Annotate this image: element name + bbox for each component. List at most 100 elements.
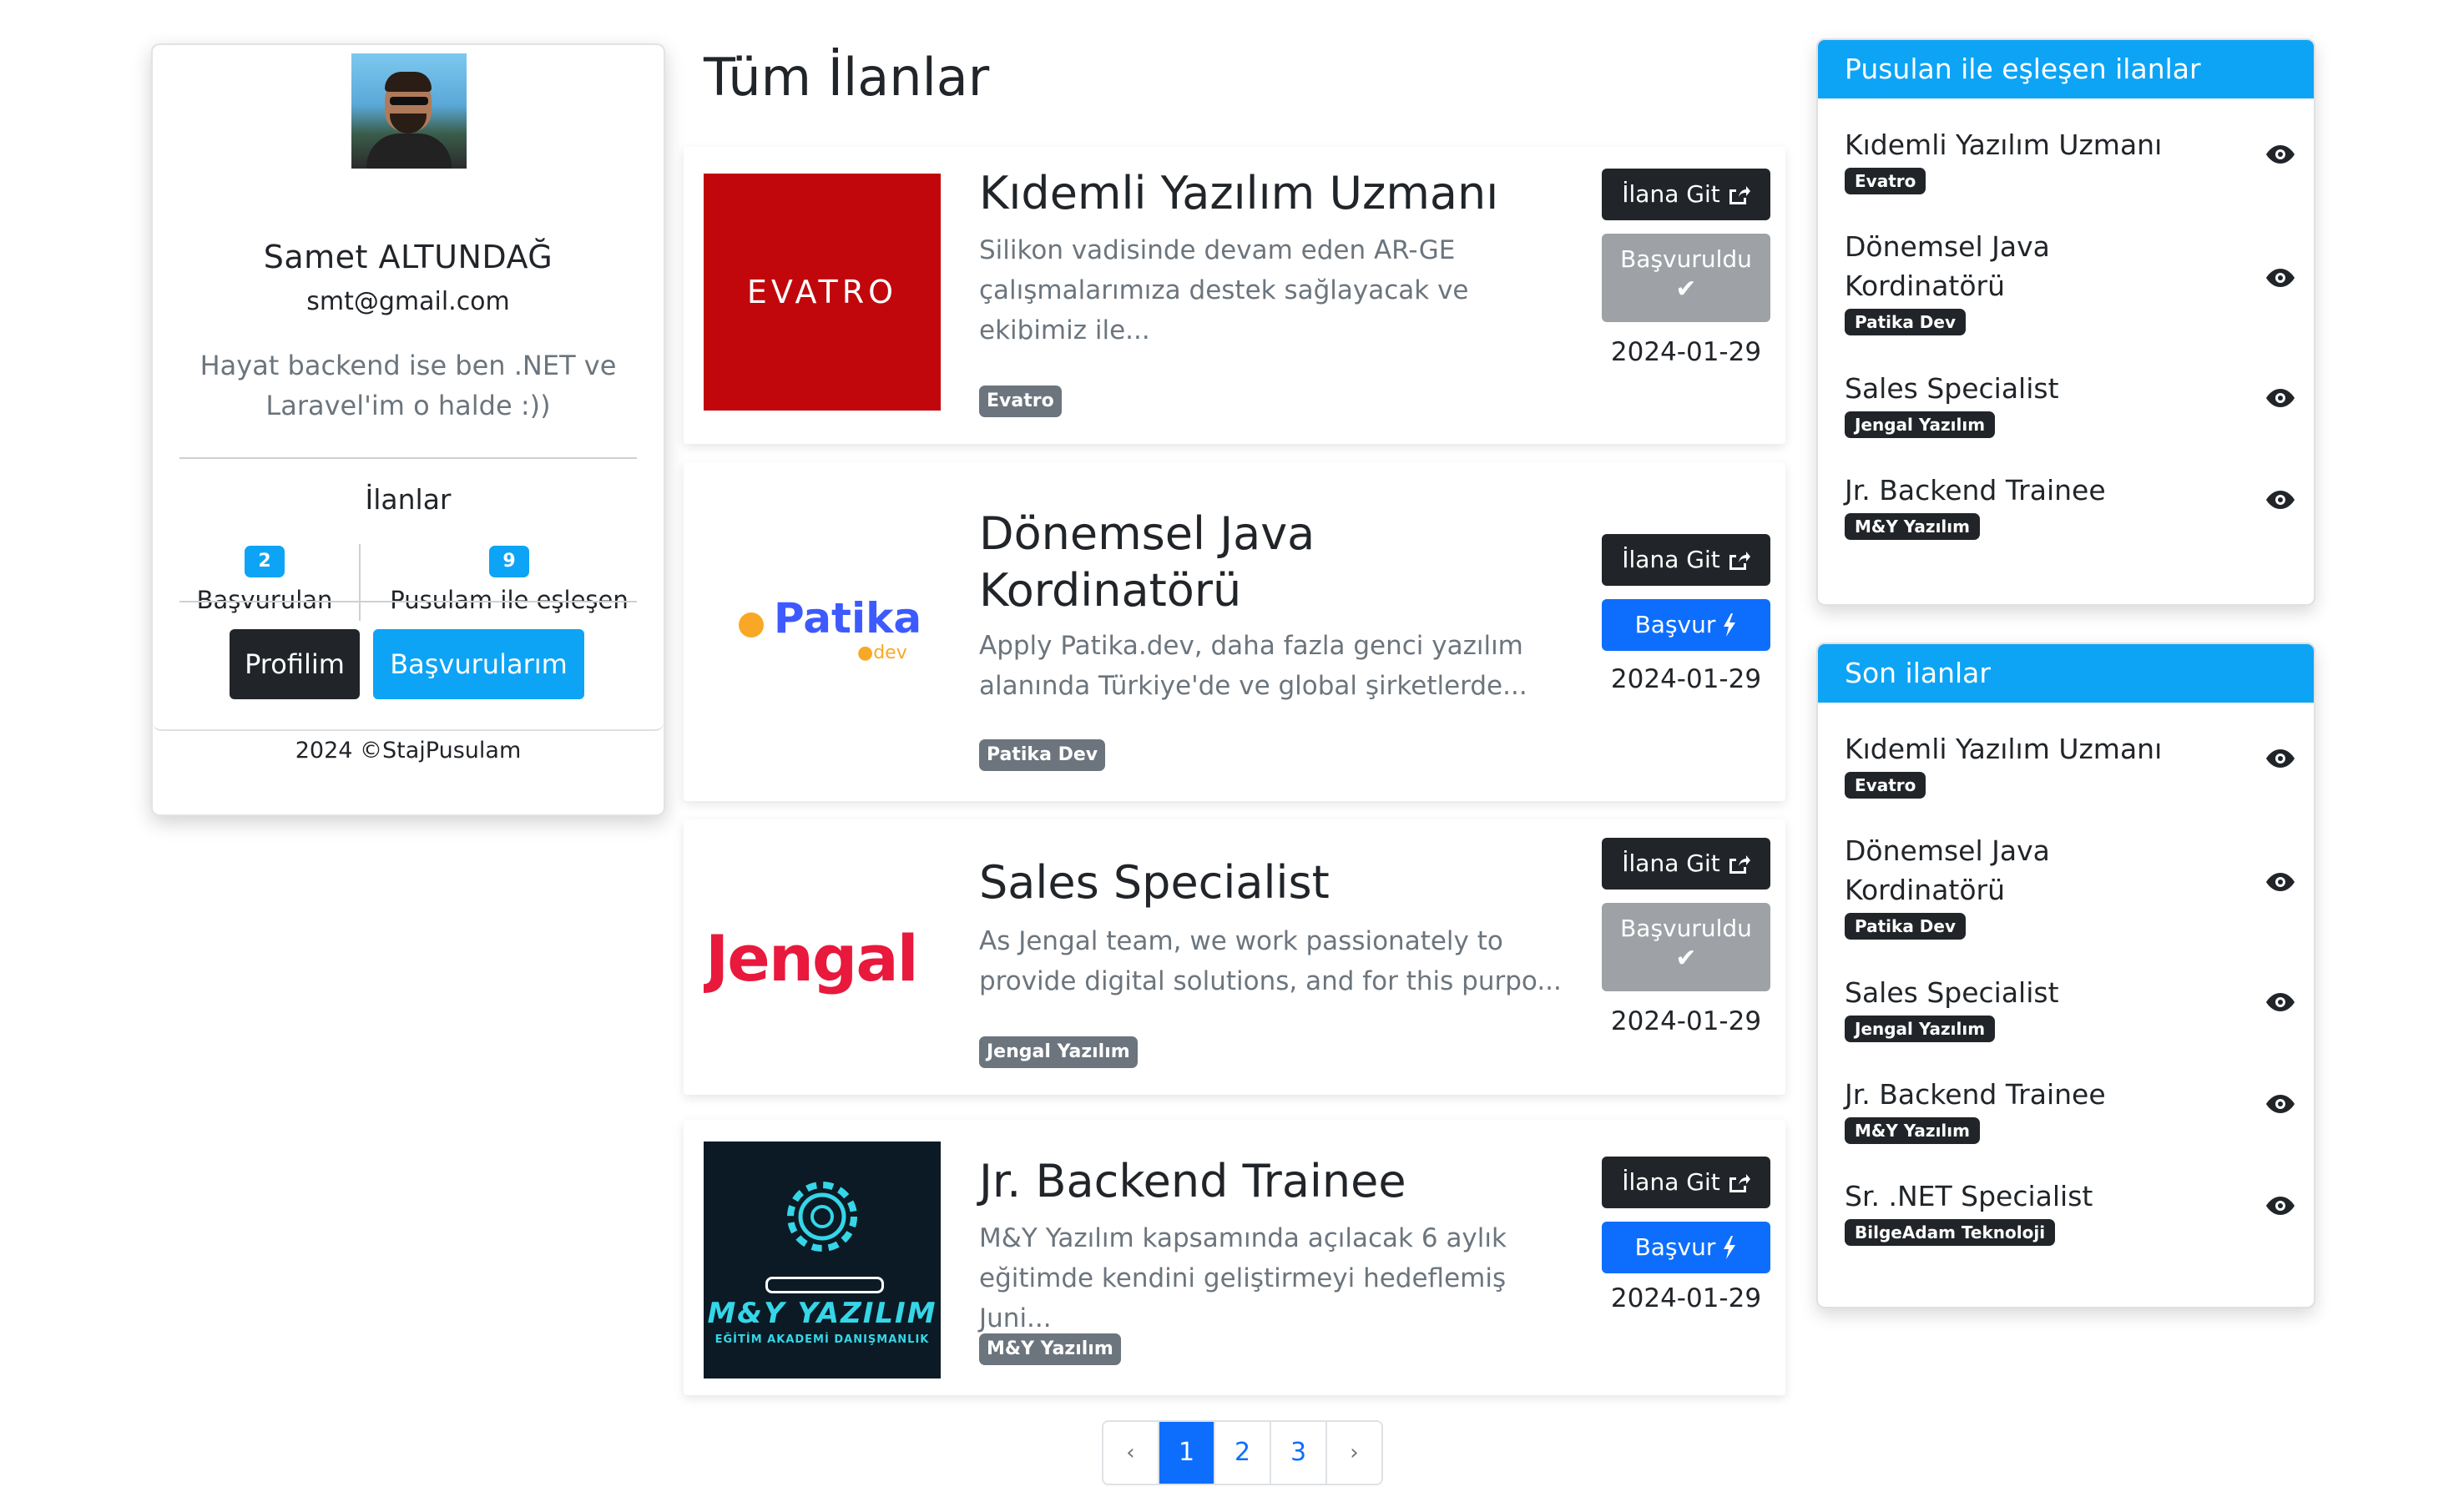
job-title[interactable]: Kıdemli Yazılım Uzmanı (979, 165, 1563, 222)
logo-text: Jengal (705, 921, 919, 995)
pagination: ‹ 1 2 3 › (1102, 1420, 1383, 1485)
sidebar-company-badge: BilgeAdam Teknoloji (1845, 1219, 2056, 1246)
matched-jobs-title: Pusulan ile eşleşen ilanlar (1818, 40, 2314, 98)
applied-label: Başvuruldu (1620, 915, 1752, 942)
applied-button[interactable]: Başvuruldu ✔ (1602, 234, 1770, 322)
eye-icon[interactable] (2265, 991, 2295, 1013)
job-description: Apply Patika.dev, daha fazla genci yazıl… (979, 631, 1527, 701)
go-to-job-button[interactable]: İlana Git (1602, 534, 1770, 586)
external-link-icon (1729, 552, 1750, 570)
go-label: İlana Git (1622, 1168, 1720, 1196)
section-title: İlanlar (365, 483, 452, 516)
job-description: As Jengal team, we work passionately to … (979, 926, 1562, 996)
job-date: 2024-01-29 (1610, 664, 1762, 694)
sidebar-job-item[interactable]: Kıdemli Yazılım Uzmanı Evatro (1845, 729, 2295, 799)
check-icon: ✔ (1675, 944, 1697, 973)
profile-button[interactable]: Profilim (230, 629, 360, 699)
sidebar-job-item[interactable]: Dönemsel Java Kordinatörü Patika Dev (1845, 227, 2295, 335)
sidebar-company-badge: M&Y Yazılım (1845, 1117, 1980, 1144)
company-badge: Jengal Yazılım (979, 1036, 1138, 1068)
divider (179, 601, 637, 602)
profile-email: smt@gmail.com (306, 287, 510, 316)
sidebar-job-title: Jr. Backend Trainee (1845, 1078, 2106, 1111)
pagination-page-1[interactable]: 1 (1159, 1422, 1215, 1484)
sidebar-job-item[interactable]: Dönemsel Java Kordinatörü Patika Dev (1845, 831, 2295, 940)
recent-jobs-card: Son ilanlar Kıdemli Yazılım Uzmanı Evatr… (1816, 643, 2315, 1308)
go-label: İlana Git (1622, 849, 1720, 877)
applied-count-badge: 2 (245, 546, 285, 577)
job-card: Jengal Sales Specialist As Jengal team, … (684, 819, 1785, 1095)
eye-icon[interactable] (2265, 267, 2295, 289)
pagination-page-3[interactable]: 3 (1271, 1422, 1327, 1484)
sidebar-company-badge: Jengal Yazılım (1845, 411, 1996, 438)
sidebar-job-item[interactable]: Sr. .NET Specialist BilgeAdam Teknoloji (1845, 1177, 2295, 1246)
matched-jobs-card: Pusulan ile eşleşen ilanlar Kıdemli Yazı… (1816, 38, 2315, 606)
eye-icon[interactable] (2265, 144, 2295, 165)
eye-icon[interactable] (2265, 1093, 2295, 1115)
go-label: İlana Git (1622, 180, 1720, 208)
job-description: Silikon vadisinde devam eden AR-GE çalış… (979, 235, 1469, 345)
job-card: Patika ●dev Dönemsel Java Kordinatörü Ap… (684, 462, 1785, 801)
applications-button[interactable]: Başvurularım (373, 629, 584, 699)
gear-icon (787, 1182, 857, 1252)
company-logo[interactable]: Jengal (704, 839, 941, 1076)
eye-icon[interactable] (2265, 871, 2295, 893)
stat-matched[interactable]: 9 Pusulam ile eşleşen (376, 546, 642, 614)
sidebar-job-item[interactable]: Sales Specialist Jengal Yazılım (1845, 973, 2295, 1042)
sidebar-company-badge: M&Y Yazılım (1845, 513, 1980, 540)
sidebar-job-item[interactable]: Jr. Backend Trainee M&Y Yazılım (1845, 1075, 2295, 1144)
company-logo[interactable]: Patika ●dev (704, 512, 941, 749)
apply-label: Başvur (1634, 611, 1716, 638)
sidebar-job-title: Sr. .NET Specialist (1845, 1180, 2093, 1212)
sidebar-job-title: Sales Specialist (1845, 372, 2059, 405)
matched-count-badge: 9 (489, 546, 529, 577)
job-date: 2024-01-29 (1610, 337, 1762, 367)
external-link-icon (1729, 186, 1750, 204)
avatar (351, 53, 467, 169)
go-label: İlana Git (1622, 546, 1720, 573)
eye-icon[interactable] (2265, 387, 2295, 409)
sidebar-job-item[interactable]: Jr. Backend Trainee M&Y Yazılım (1845, 471, 2295, 540)
apply-label: Başvur (1634, 1233, 1716, 1261)
job-description: M&Y Yazılım kapsamında açılacak 6 aylık … (979, 1223, 1507, 1333)
eye-icon[interactable] (2265, 489, 2295, 511)
applied-button[interactable]: Başvuruldu ✔ (1602, 903, 1770, 991)
stat-separator (359, 544, 361, 621)
profile-card: Samet ALTUNDAĞ smt@gmail.com Hayat backe… (151, 43, 665, 816)
sidebar-job-item[interactable]: Sales Specialist Jengal Yazılım (1845, 369, 2295, 438)
sidebar-job-title: Dönemsel Java Kordinatörü (1845, 834, 2050, 906)
company-badge: Patika Dev (979, 739, 1106, 771)
pagination-prev[interactable]: ‹ (1103, 1422, 1159, 1484)
job-title[interactable]: Sales Specialist (979, 854, 1563, 911)
stat-applied[interactable]: 2 Başvurulan (196, 546, 333, 614)
go-to-job-button[interactable]: İlana Git (1602, 838, 1770, 890)
bolt-icon (1724, 1236, 1736, 1259)
sidebar-job-item[interactable]: Kıdemli Yazılım Uzmanı Evatro (1845, 125, 2295, 194)
sidebar-job-title: Jr. Backend Trainee (1845, 474, 2106, 507)
profile-name: Samet ALTUNDAĞ (263, 239, 553, 275)
pagination-page-2[interactable]: 2 (1215, 1422, 1271, 1484)
sidebar-job-title: Dönemsel Java Kordinatörü (1845, 230, 2050, 302)
company-badge: Evatro (979, 386, 1062, 417)
go-to-job-button[interactable]: İlana Git (1602, 1157, 1770, 1208)
company-logo[interactable]: M&Y YAZILIM EĞİTİM AKADEMİ DANIŞMANLIK (704, 1142, 941, 1378)
go-to-job-button[interactable]: İlana Git (1602, 169, 1770, 220)
external-link-icon (1729, 1174, 1750, 1192)
company-badge: M&Y Yazılım (979, 1333, 1121, 1365)
sidebar-company-badge: Evatro (1845, 168, 1926, 194)
eye-icon[interactable] (2265, 748, 2295, 769)
apply-button[interactable]: Başvur (1602, 599, 1770, 651)
matched-label: Pusulam ile eşleşen (390, 586, 629, 614)
pagination-next[interactable]: › (1327, 1422, 1381, 1484)
apply-button[interactable]: Başvur (1602, 1222, 1770, 1273)
job-card: EVATRO Kıdemli Yazılım Uzmanı Silikon va… (684, 147, 1785, 444)
job-title[interactable]: Jr. Backend Trainee (979, 1153, 1563, 1210)
bolt-icon (1724, 613, 1736, 637)
check-icon: ✔ (1675, 275, 1697, 304)
logo-text: M&Y YAZILIM (707, 1297, 937, 1330)
company-logo[interactable]: EVATRO (704, 174, 941, 411)
profile-body: Samet ALTUNDAĞ smt@gmail.com Hayat backe… (153, 45, 664, 731)
eye-icon[interactable] (2265, 1195, 2295, 1217)
job-card: M&Y YAZILIM EĞİTİM AKADEMİ DANIŞMANLIK J… (684, 1120, 1785, 1395)
job-title[interactable]: Dönemsel Java Kordinatörü (979, 506, 1563, 619)
